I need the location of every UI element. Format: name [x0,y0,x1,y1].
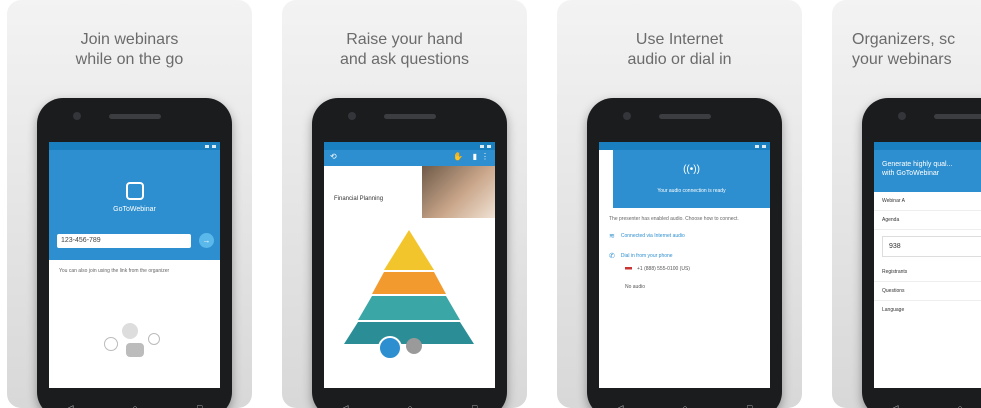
presenter-webcam [422,166,495,218]
back-icon[interactable]: ◁ [67,403,74,408]
stat-value: 938 [889,243,901,250]
app-logo-text: GoToWebinar [113,206,156,213]
caption-audio: Use Internet audio or dial in [627,31,732,68]
home-icon[interactable]: ○ [133,403,138,408]
phone-number-row[interactable]: +1 (888) 555-0100 (US) [599,262,770,276]
organizer-row[interactable]: Questions [874,282,981,301]
organizer-row[interactable]: Language [874,301,981,319]
raise-hand-button[interactable] [378,336,402,360]
back-icon[interactable]: ◁ [342,403,349,408]
phone-icon: ✆ [609,253,615,260]
status-bar [599,142,770,150]
recent-apps-icon[interactable]: □ [472,403,477,408]
phone-number-text: +1 (888) 555-0100 (US) [637,266,690,272]
status-bar [324,142,495,150]
caption-raise-hand: Raise your hand and ask questions [340,31,469,68]
home-icon[interactable]: ○ [408,403,413,408]
join-hint-text: You can also join using the link from th… [59,268,170,274]
us-flag-icon [625,266,632,272]
no-audio-option[interactable]: No audio [599,276,770,290]
speaker-grille [384,114,436,119]
speaker-grille [934,114,981,119]
audio-header-text: Your audio connection is ready [657,188,726,194]
audio-wave-icon: ((•)) [683,164,700,175]
phone-screen: Generate highly qual... with GoToWebinar… [874,142,981,388]
status-bar [874,142,981,150]
internet-audio-option[interactable]: ≋ Connected via Internet audio [599,226,770,246]
camera-icon [898,112,906,120]
phone-screen: ((•)) Your audio connection is ready The… [599,142,770,388]
microphone-icon[interactable]: ▮ [473,152,477,161]
android-nav-bar: ◁ ○ □ [37,398,232,408]
header-panel: GoToWebinar 123-456-789 → [49,150,220,260]
pyramid-diagram [344,230,474,344]
organizer-row[interactable]: Agenda [874,211,981,230]
android-nav-bar: ◁ ○ □ [587,398,782,408]
webinar-id-input[interactable]: 123-456-789 [57,234,191,248]
android-nav-bar: ◁ ○ □ [312,398,507,408]
caption-organizers: Organizers, sc your webinars [852,31,956,68]
organizer-header-text: Generate highly qual... with GoToWebinar [882,161,953,177]
speaker-grille [109,114,161,119]
raise-hand-icon[interactable]: ✋ [453,152,463,161]
status-bar [49,142,220,150]
screenshot-card-audio: Use Internet audio or dial in ((•)) Your… [557,0,802,408]
camera-icon [623,112,631,120]
wifi-icon: ≋ [609,233,615,240]
slide-title: Financial Planning [334,196,384,202]
camera-icon [73,112,81,120]
more-options-icon[interactable]: ⋮ [481,152,489,161]
audio-button[interactable] [406,338,422,354]
phone-frame: ((•)) Your audio connection is ready The… [587,98,782,408]
home-icon[interactable]: ○ [683,403,688,408]
audio-body-text: The presenter has enabled audio. Choose … [609,216,739,222]
join-go-button[interactable]: → [199,233,214,248]
webinar-id-value: 123-456-789 [61,237,101,244]
caption-join: Join webinars while on the go [75,31,184,68]
back-icon[interactable]: ◁ [617,403,624,408]
internet-audio-label: Connected via Internet audio [620,233,685,239]
organizer-row[interactable]: Registrants [874,263,981,282]
phone-frame: GoToWebinar 123-456-789 → You can also j… [37,98,232,408]
empty-state-illustration [104,323,164,358]
speaker-grille [659,114,711,119]
recent-apps-icon[interactable]: □ [747,403,752,408]
screenshot-card-join: Join webinars while on the go GoToWebina… [7,0,252,408]
back-icon[interactable]: ◁ [892,403,899,408]
home-icon[interactable]: ○ [958,403,963,408]
audio-header-panel: ((•)) Your audio connection is ready [613,150,770,208]
screenshot-card-raise-hand: Raise your hand and ask questions ⟲ ✋ ▮ … [282,0,527,408]
stat-card: 938 [882,236,981,257]
screenshot-card-organizers: Organizers, sc your webinars Generate hi… [832,0,981,408]
close-icon[interactable]: ⟲ [330,152,337,161]
dial-in-option[interactable]: ✆ Dial in from your phone [599,246,770,262]
dial-in-label: Dial in from your phone [620,253,673,259]
organizer-row[interactable]: Webinar A [874,192,981,211]
gotowebinar-logo-icon [126,182,144,200]
session-toolbar: ⟲ ✋ ▮ ⋮ [324,150,495,166]
phone-screen: ⟲ ✋ ▮ ⋮ Financial Planning [324,142,495,388]
phone-frame: Generate highly qual... with GoToWebinar… [862,98,981,408]
android-nav-bar: ◁ ○ □ [862,398,981,408]
phone-frame: ⟲ ✋ ▮ ⋮ Financial Planning ◁ ○ □ [312,98,507,408]
phone-screen: GoToWebinar 123-456-789 → You can also j… [49,142,220,388]
camera-icon [348,112,356,120]
recent-apps-icon[interactable]: □ [197,403,202,408]
organizer-header: Generate highly qual... with GoToWebinar [874,150,981,192]
